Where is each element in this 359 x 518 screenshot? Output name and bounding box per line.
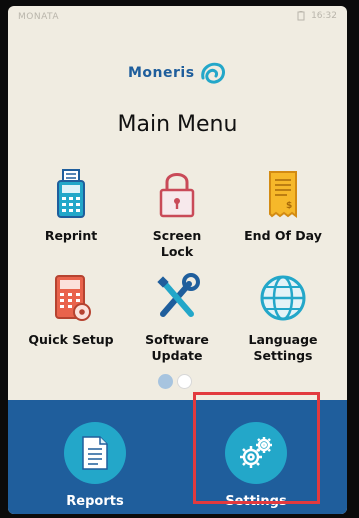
status-bar: MONATA 16:32 [8, 6, 347, 26]
tile-label-end-of-day: End Of Day [244, 228, 322, 243]
terminal-print-icon [41, 164, 101, 224]
wrench-screwdriver-icon [147, 268, 207, 328]
tile-label-quick-setup: Quick Setup [28, 332, 114, 347]
tile-reprint[interactable]: Reprint [16, 164, 126, 244]
tile-label-language-settings: Language Settings [248, 332, 318, 363]
tile-software-update[interactable]: Software Update [122, 268, 232, 364]
page-title: Main Menu [117, 112, 238, 137]
brand-name: Moneris [128, 65, 195, 81]
tile-screen-lock[interactable]: Screen Lock [122, 164, 232, 260]
settings-highlight-box [193, 392, 320, 504]
moneris-logo: Moneris [128, 58, 229, 88]
document-icon [64, 422, 126, 484]
tile-label-screen-lock: Screen Lock [152, 228, 202, 259]
status-right: 16:32 [297, 11, 337, 21]
receipt-icon: $ [253, 164, 313, 224]
terminal-screen: MONATA 16:32 Moneris Main Menu Reprint S… [8, 6, 347, 514]
page-dot-1[interactable] [158, 374, 173, 389]
reports-button[interactable]: Reports [30, 400, 160, 509]
page-dot-2[interactable] [177, 374, 192, 389]
terminal-setup-icon [41, 268, 101, 328]
swirl-icon [200, 62, 225, 84]
lock-icon [147, 164, 207, 224]
tile-label-software-update: Software Update [145, 332, 209, 363]
battery-icon [297, 11, 305, 21]
tile-end-of-day[interactable]: $ End Of Day [228, 164, 338, 244]
page-indicator[interactable] [158, 374, 192, 389]
svg-text:$: $ [286, 201, 292, 211]
globe-icon [253, 268, 313, 328]
status-time: 16:32 [311, 11, 337, 21]
status-left-text: MONATA [18, 12, 59, 22]
tile-label-reprint: Reprint [44, 228, 98, 243]
reports-label: Reports [66, 494, 124, 509]
tile-language-settings[interactable]: Language Settings [228, 268, 338, 364]
tile-quick-setup[interactable]: Quick Setup [16, 268, 126, 348]
